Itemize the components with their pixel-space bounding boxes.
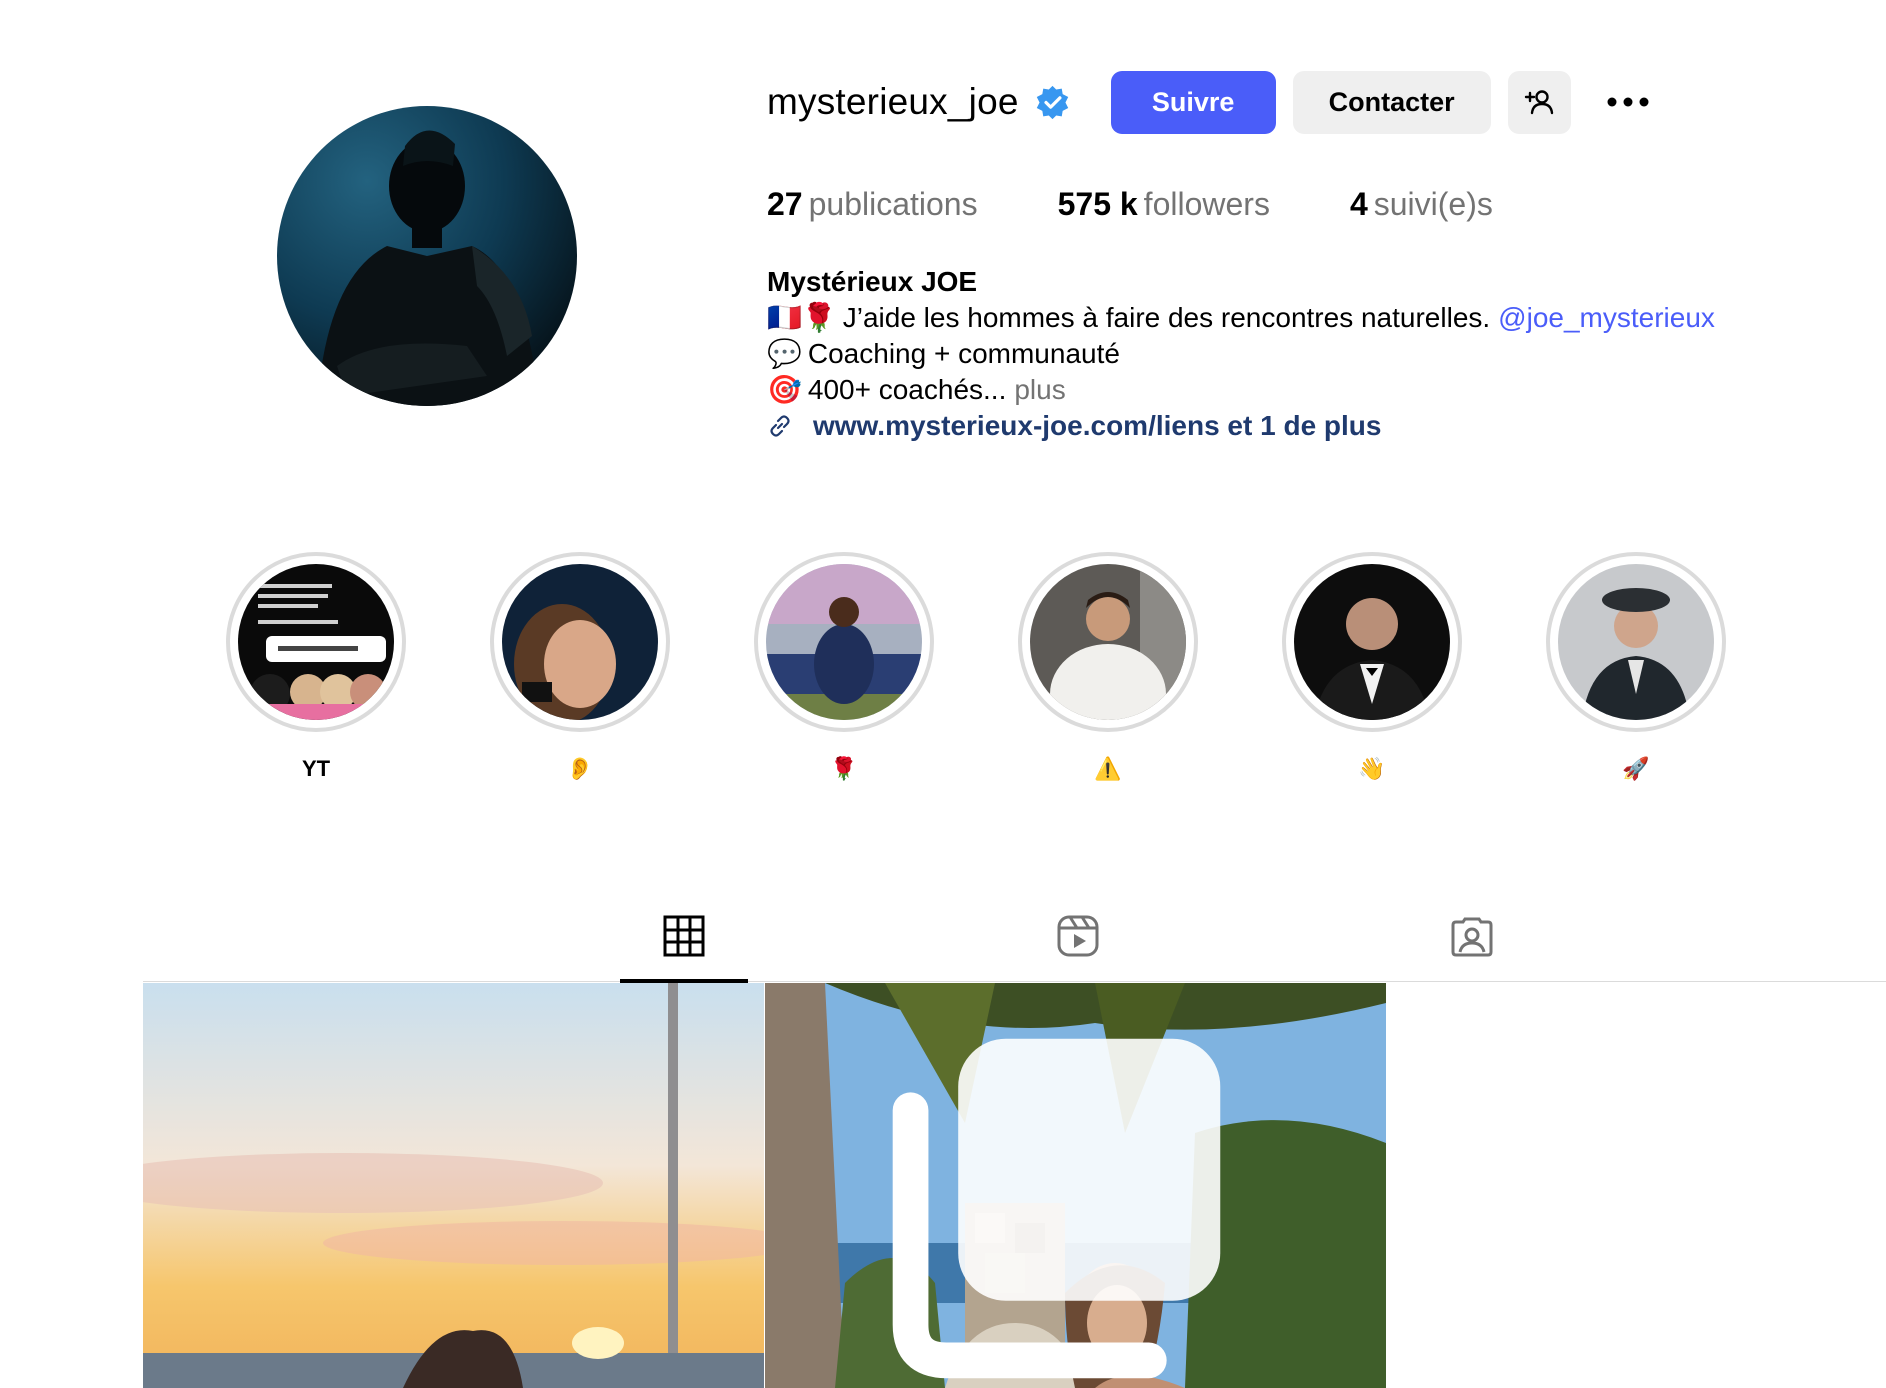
highlight-item[interactable]: 👂 <box>490 552 670 784</box>
post-thumbnail[interactable] <box>765 983 1386 1388</box>
highlight-ring <box>1282 552 1462 732</box>
bio-line-2: 💬 Coaching + communauté <box>767 336 1867 372</box>
bio-more-link[interactable]: plus <box>1014 372 1065 408</box>
bio-line-3: 🎯 400+ coachés... plus <box>767 372 1867 408</box>
grid-icon <box>663 915 705 957</box>
profile-bio: Mystérieux JOE 🇫🇷🌹 J’aide les hommes à f… <box>767 264 1867 444</box>
speech-bubble-emoji: 💬 <box>767 338 802 369</box>
highlight-item[interactable]: YT <box>226 552 406 784</box>
highlight-label: YT <box>301 756 331 781</box>
post-image <box>143 983 764 1388</box>
highlight-ring <box>754 552 934 732</box>
more-options-button[interactable] <box>1598 71 1658 134</box>
following-count: 4 <box>1349 185 1368 222</box>
bio-link-row: www.mysterieux-joe.com/liens et 1 de plu… <box>767 408 1867 444</box>
highlight-item[interactable]: 🚀 <box>1546 552 1726 784</box>
add-user-button[interactable] <box>1507 70 1571 134</box>
tagged-icon <box>1451 917 1493 957</box>
posts-label: publications <box>808 185 978 222</box>
carousel-icon <box>892 1038 1221 1379</box>
profile-avatar[interactable] <box>277 106 577 406</box>
link-icon <box>770 415 790 437</box>
posts-stat: 27 publications <box>767 186 978 223</box>
followers-stat[interactable]: 575 k followers <box>1058 186 1270 223</box>
highlight-label: 🚀 <box>1622 756 1650 781</box>
display-name: Mystérieux JOE <box>767 266 978 297</box>
highlight-label: ⚠️ <box>1094 756 1122 781</box>
highlight-cover <box>766 564 922 720</box>
highlight-cover <box>1294 564 1450 720</box>
follow-button[interactable]: Suivre <box>1110 70 1276 134</box>
following-label: suivi(e)s <box>1373 185 1493 222</box>
highlight-cover <box>502 564 658 720</box>
highlight-ring <box>226 552 406 732</box>
verified-badge-icon <box>1036 85 1068 119</box>
highlight-cover <box>1558 564 1714 720</box>
username: mysterieux_joe <box>767 81 1019 122</box>
highlight-item[interactable]: 🌹 <box>754 552 934 784</box>
add-user-icon <box>1524 90 1554 115</box>
tab-reels[interactable] <box>1014 912 1142 982</box>
highlight-ring <box>490 552 670 732</box>
bio-mention-link[interactable]: @joe_mysterieux <box>1498 300 1715 336</box>
highlight-ring <box>1546 552 1726 732</box>
highlight-item[interactable]: ⚠️ <box>1018 552 1198 784</box>
highlight-ring <box>1018 552 1198 732</box>
flag-rose-emoji: 🇫🇷🌹 <box>767 302 837 333</box>
website-link[interactable]: www.mysterieux-joe.com/liens et 1 de plu… <box>813 408 1381 444</box>
bio-text-1: J’aide les hommes à faire des rencontres… <box>842 302 1491 333</box>
reels-icon <box>1057 915 1099 957</box>
highlight-label: 👂 <box>566 756 594 781</box>
highlight-cover <box>1030 564 1186 720</box>
highlight-label: 👋 <box>1358 756 1386 781</box>
profile-tabs <box>143 912 1886 983</box>
target-emoji: 🎯 <box>767 374 802 405</box>
highlight-label: 🌹 <box>830 756 858 781</box>
profile-stats: 27 publications 575 k followers 4 suivi(e)s <box>767 184 1867 224</box>
bio-text-2: Coaching + communauté <box>807 338 1120 369</box>
posts-count: 27 <box>767 185 803 222</box>
post-thumbnail[interactable] <box>143 983 764 1388</box>
profile-title-row: mysterieux_joe Suivre Contacter <box>767 70 1867 134</box>
story-highlights: YT 👂 🌹 ⚠️ 👋 🚀 <box>0 552 1886 782</box>
tab-posts[interactable] <box>620 912 748 983</box>
following-stat[interactable]: 4 suivi(e)s <box>1350 186 1493 223</box>
contact-button[interactable]: Contacter <box>1292 70 1491 134</box>
more-dots-icon <box>1607 97 1649 107</box>
tab-tagged[interactable] <box>1408 912 1536 982</box>
bio-text-3: 400+ coachés... <box>807 374 1007 405</box>
followers-label: followers <box>1143 185 1270 222</box>
highlight-cover <box>238 564 394 720</box>
posts-grid <box>143 983 1886 1388</box>
profile-info: mysterieux_joe Suivre Contacter 27 public… <box>767 70 1867 444</box>
avatar-silhouette <box>317 130 539 406</box>
bio-line-1: 🇫🇷🌹 J’aide les hommes à faire des rencon… <box>767 300 1867 336</box>
highlight-item[interactable]: 👋 <box>1282 552 1462 784</box>
followers-count: 575 k <box>1057 185 1138 222</box>
